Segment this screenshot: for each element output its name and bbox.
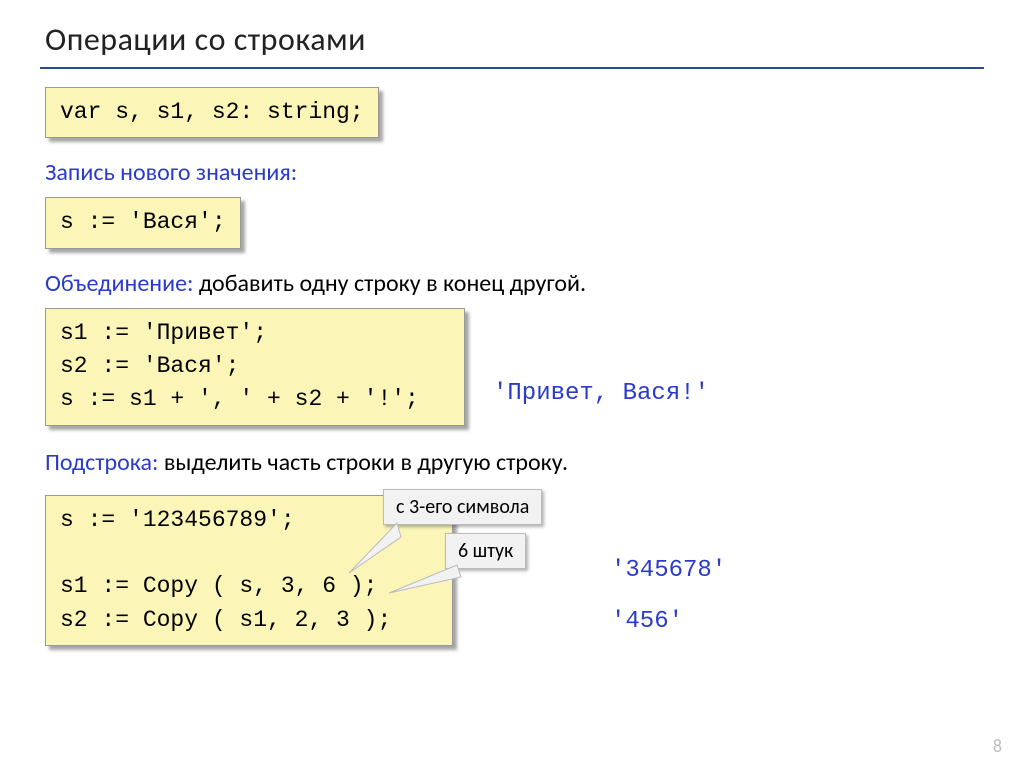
- page-number: 8: [993, 735, 1002, 757]
- section-label-substring: Подстрока: выделить часть строки в другу…: [45, 448, 979, 477]
- label-rest: выделить часть строки в другую строку.: [158, 448, 568, 477]
- code-block-concat: s1 := 'Привет'; s2 := 'Вася'; s := s1 + …: [45, 308, 465, 426]
- result-copy-1: '345678': [611, 557, 726, 584]
- section-label-assign: Запись нового значения:: [45, 158, 979, 187]
- callout-tail-icon: [385, 563, 465, 603]
- page-title: Операции со строками: [45, 20, 979, 59]
- code-block-declaration: var s, s1, s2: string;: [45, 87, 379, 138]
- label-text: Запись нового значения:: [45, 158, 297, 187]
- result-copy-2: '456': [611, 608, 726, 635]
- label-rest: добавить одну строку в конец другой.: [193, 269, 586, 298]
- callout-from-char: с 3-его символа: [383, 489, 542, 525]
- section-label-concat: Объединение: добавить одну строку в коне…: [45, 269, 979, 298]
- divider: [40, 67, 984, 69]
- label-prefix: Объединение:: [45, 269, 193, 298]
- code-block-assign: s := 'Вася';: [45, 197, 241, 248]
- result-concat: 'Привет, Вася!': [493, 380, 709, 407]
- label-prefix: Подстрока:: [45, 448, 158, 477]
